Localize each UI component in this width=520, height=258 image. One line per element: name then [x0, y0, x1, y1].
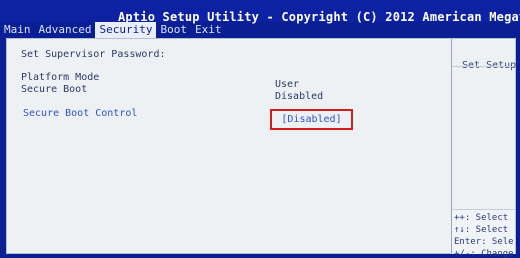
- help-pane: Set Setup ++: Select ↑↓: Select Enter: S…: [452, 39, 516, 258]
- secure-boot-value: Disabled: [275, 91, 324, 102]
- menu-security[interactable]: Security: [95, 22, 157, 38]
- secure-boot-control-label[interactable]: Secure Boot Control: [23, 108, 137, 119]
- help-separator: [452, 66, 514, 67]
- menu-main[interactable]: Main: [0, 22, 35, 38]
- menu-boot[interactable]: Boot: [156, 22, 191, 38]
- nav-help-enter: Enter: Sele: [454, 237, 514, 247]
- nav-help-change: +/-: Change: [454, 249, 514, 258]
- nav-help-select-item: ↑↓: Select: [454, 225, 509, 235]
- secure-boot-control-selected-box[interactable]: [Disabled]: [270, 109, 353, 130]
- bios-screen: Aptio Setup Utility - Copyright (C) 2012…: [0, 0, 520, 258]
- nav-help-select-screen: ++: Select: [454, 213, 509, 223]
- menu-exit[interactable]: Exit: [191, 22, 226, 38]
- platform-mode-label: Platform Mode: [21, 72, 100, 83]
- title-bar: Aptio Setup Utility - Copyright (C) 2012…: [0, 0, 520, 24]
- security-panel: Set Supervisor Password: Platform Mode S…: [6, 38, 516, 258]
- set-supervisor-password-label[interactable]: Set Supervisor Password:: [21, 49, 166, 60]
- secure-boot-label: Secure Boot: [21, 84, 88, 95]
- platform-mode-value: User: [275, 79, 300, 90]
- secure-boot-control-value: [Disabled]: [281, 114, 342, 125]
- menu-advanced[interactable]: Advanced: [35, 22, 96, 38]
- settings-pane: Set Supervisor Password: Platform Mode S…: [7, 39, 452, 253]
- navigation-help: ++: Select ↑↓: Select Enter: Sele +/-: C…: [452, 209, 515, 258]
- menu-bar: Main Advanced Security Boot Exit: [0, 22, 225, 38]
